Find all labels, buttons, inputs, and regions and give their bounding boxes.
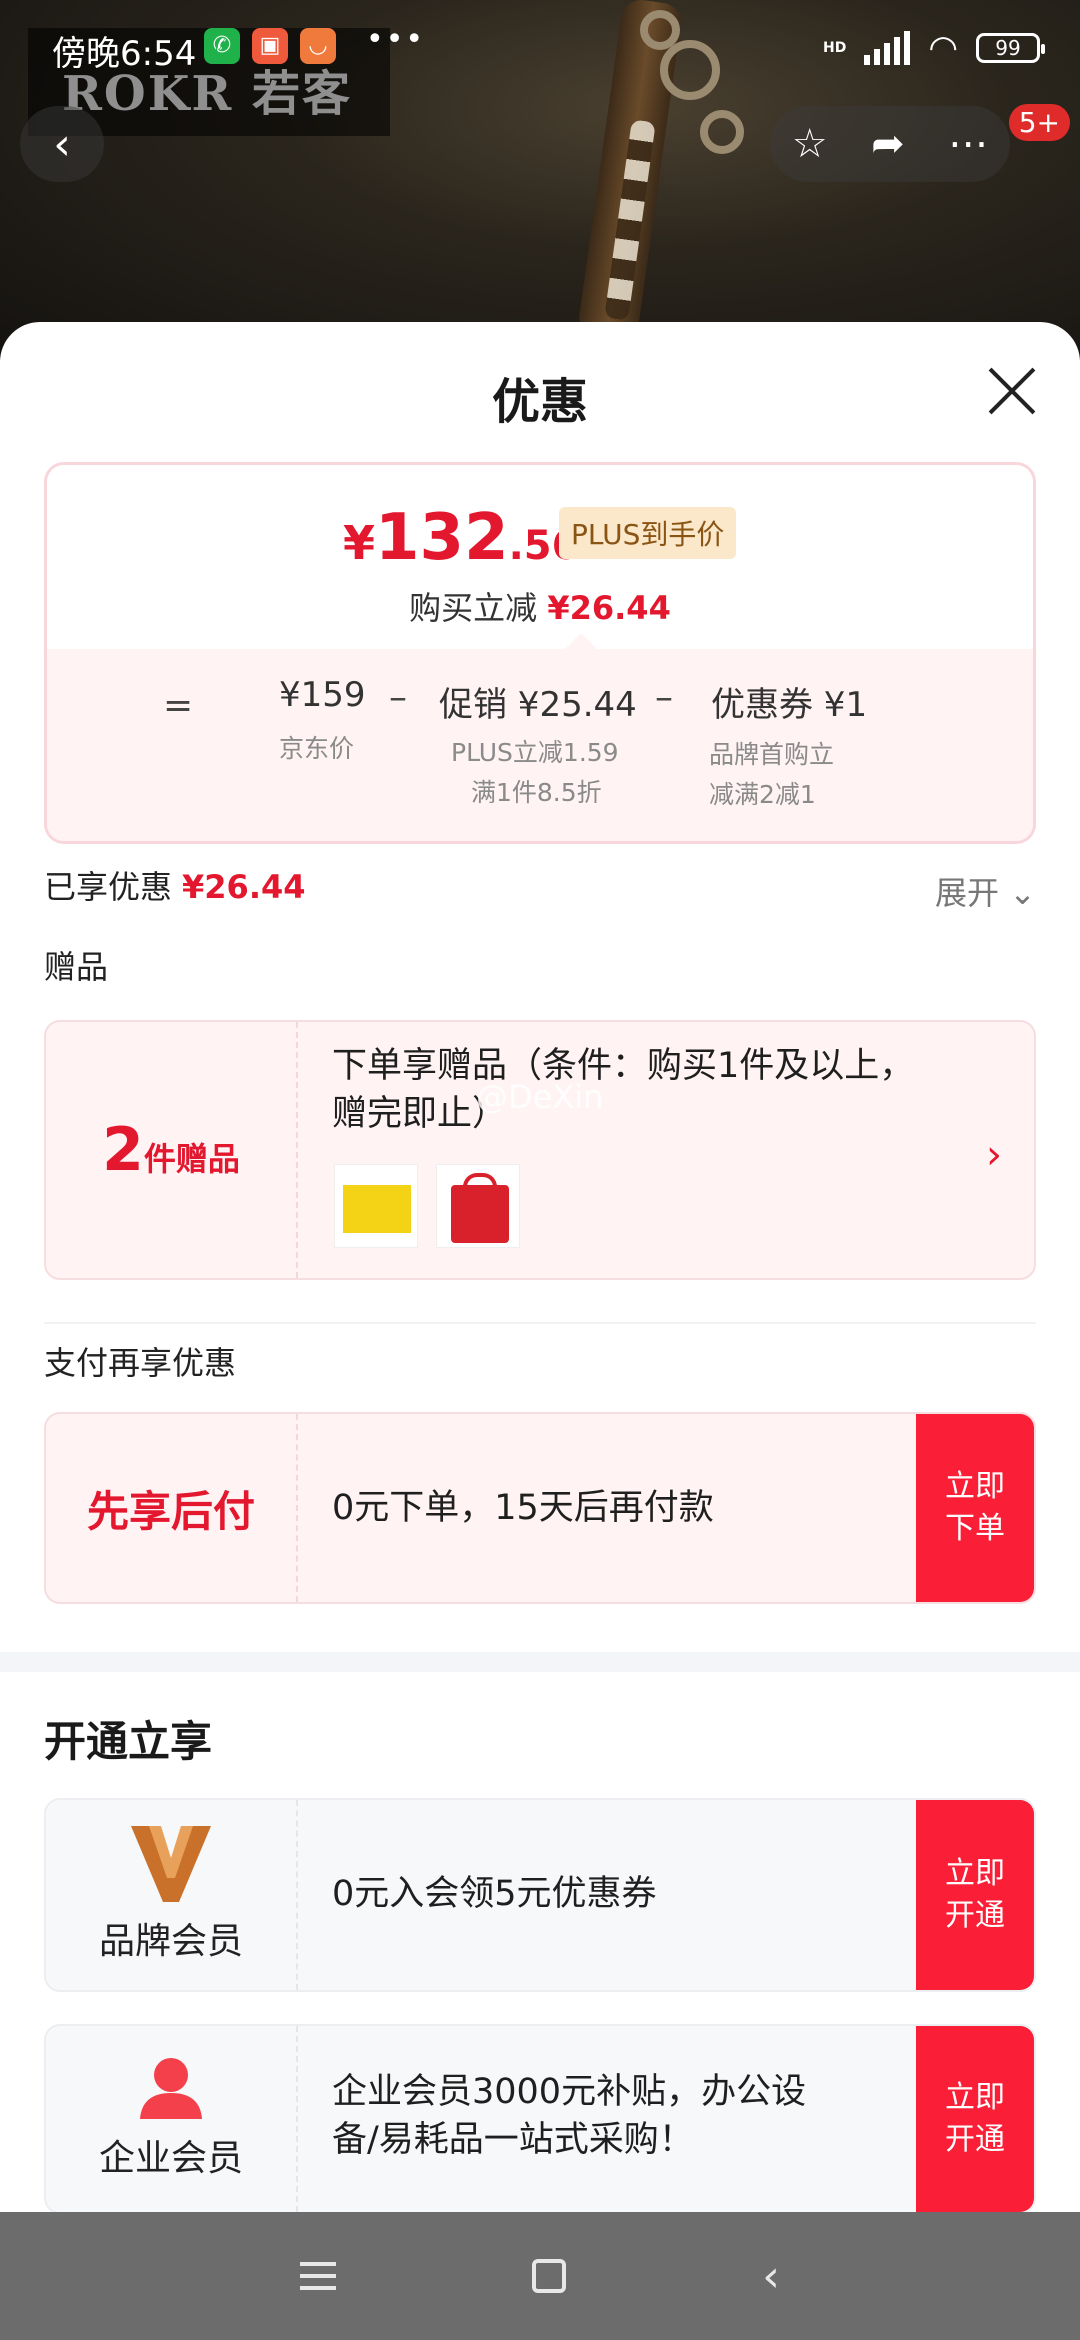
signal-icon (864, 31, 911, 65)
back-button[interactable]: ‹ (20, 106, 104, 182)
star-icon[interactable]: ☆ (792, 121, 828, 167)
share-icon[interactable]: ➦ (871, 121, 905, 167)
user-icon (140, 2058, 202, 2119)
brand-logo-icon (131, 1826, 211, 1902)
menu-icon[interactable] (300, 2262, 337, 2290)
promo-detail-1: PLUS立减1.59 (451, 738, 619, 767)
status-time: 傍晚6:54 (52, 34, 197, 74)
order-now-button[interactable]: 立即 下单 (916, 1414, 1034, 1602)
gift-thumbnail-yellow-bag (334, 1164, 418, 1248)
final-price: ¥132.56 (343, 501, 580, 575)
jd-price-label: 京东价 (279, 734, 355, 763)
plus-price-tag: PLUS到手价 (559, 507, 737, 559)
watermark: @DeXin (476, 1078, 604, 1116)
shopping-app-icon: ◡ (300, 28, 336, 64)
enterprise-member-description: 企业会员3000元补贴，办公设 备/易耗品一站式采购！ (332, 2072, 807, 2160)
home-icon[interactable] (532, 2259, 567, 2293)
pay-later-description: 0元下单，15天后再付款 (332, 1488, 714, 1528)
sheet-title: 优惠 (491, 374, 588, 430)
action-buttons-group: ☆ ➦ ⋯ (770, 106, 1010, 182)
pay-later-card: 先享后付 0元下单，15天后再付款 立即 下单 (44, 1412, 1036, 1604)
gift-description: 下单享赠品（条件：购买1件及以上， 赠完即止） (332, 1046, 915, 1134)
pay-later-title: 先享后付 (86, 1486, 255, 1536)
phone-app-icon: ✆ (204, 28, 240, 64)
store-app-icon: ▣ (252, 28, 288, 64)
hd-indicator: HD (822, 40, 847, 56)
gift-count: 2件赠品 (102, 1115, 240, 1185)
enjoyed-discount: 已享优惠 ¥26.44 (44, 868, 306, 906)
enterprise-member-join-button[interactable]: 立即 开通 (916, 2026, 1034, 2212)
more-notifications-icon: ••• (366, 22, 426, 57)
chevron-right-icon: › (986, 1132, 1002, 1178)
gift-card[interactable]: 2件赠品 下单享赠品（条件：购买1件及以上， 赠完即止） @DeXin › (44, 1020, 1036, 1280)
brand-member-description: 0元入会领5元优惠券 (332, 1874, 657, 1914)
chevron-left-icon: ‹ (53, 118, 71, 170)
section-divider (0, 1652, 1080, 1672)
system-navigation-bar: ‹ (0, 2212, 1080, 2340)
promo-amount: 促销 ¥25.44 (439, 685, 637, 725)
gift-section-label: 赠品 (44, 948, 109, 986)
more-icon[interactable]: ⋯ (948, 121, 988, 167)
gear-decoration (640, 10, 680, 50)
back-icon[interactable]: ‹ (762, 2251, 780, 2302)
price-breakdown: = ¥159 京东价 – 促销 ¥25.44 PLUS立减1.59 满1件8.5… (47, 649, 1033, 841)
brand-member-card: 品牌会员 0元入会领5元优惠券 立即 开通 (44, 1798, 1036, 1992)
coupon-detail-2: 减满2减1 (709, 780, 816, 809)
instant-discount: 购买立减 ¥26.44 (409, 589, 671, 627)
close-icon[interactable] (986, 366, 1036, 416)
expand-button[interactable]: 展开 ⌄ (935, 868, 1036, 914)
brand-member-join-button[interactable]: 立即 开通 (916, 1800, 1034, 1990)
enterprise-member-card: 企业会员 企业会员3000元补贴，办公设 备/易耗品一站式采购！ 立即 开通 (44, 2024, 1036, 2212)
wifi-icon: ◠ (928, 28, 958, 68)
divider (44, 1322, 1036, 1324)
open-membership-heading: 开通立享 (44, 1717, 213, 1766)
discount-sheet: 优惠 ¥132.56 PLUS到手价 购买立减 ¥26.44 = ¥159 京东… (0, 322, 1080, 2212)
promo-detail-2: 满1件8.5折 (471, 778, 602, 807)
price-card: ¥132.56 PLUS到手价 购买立减 ¥26.44 = ¥159 京东价 –… (44, 462, 1036, 844)
coupon-amount: 优惠券 ¥1 (711, 685, 868, 725)
jd-price: ¥159 (279, 675, 366, 715)
coupon-detail-1: 品牌首购立 (709, 740, 835, 769)
gear-decoration (660, 40, 720, 100)
gift-thumbnail-red-bag (436, 1164, 520, 1248)
gear-decoration (700, 110, 744, 154)
battery-icon: 99 (976, 33, 1045, 63)
pay-section-label: 支付再享优惠 (44, 1344, 237, 1382)
message-badge: 5+ (1008, 104, 1070, 141)
